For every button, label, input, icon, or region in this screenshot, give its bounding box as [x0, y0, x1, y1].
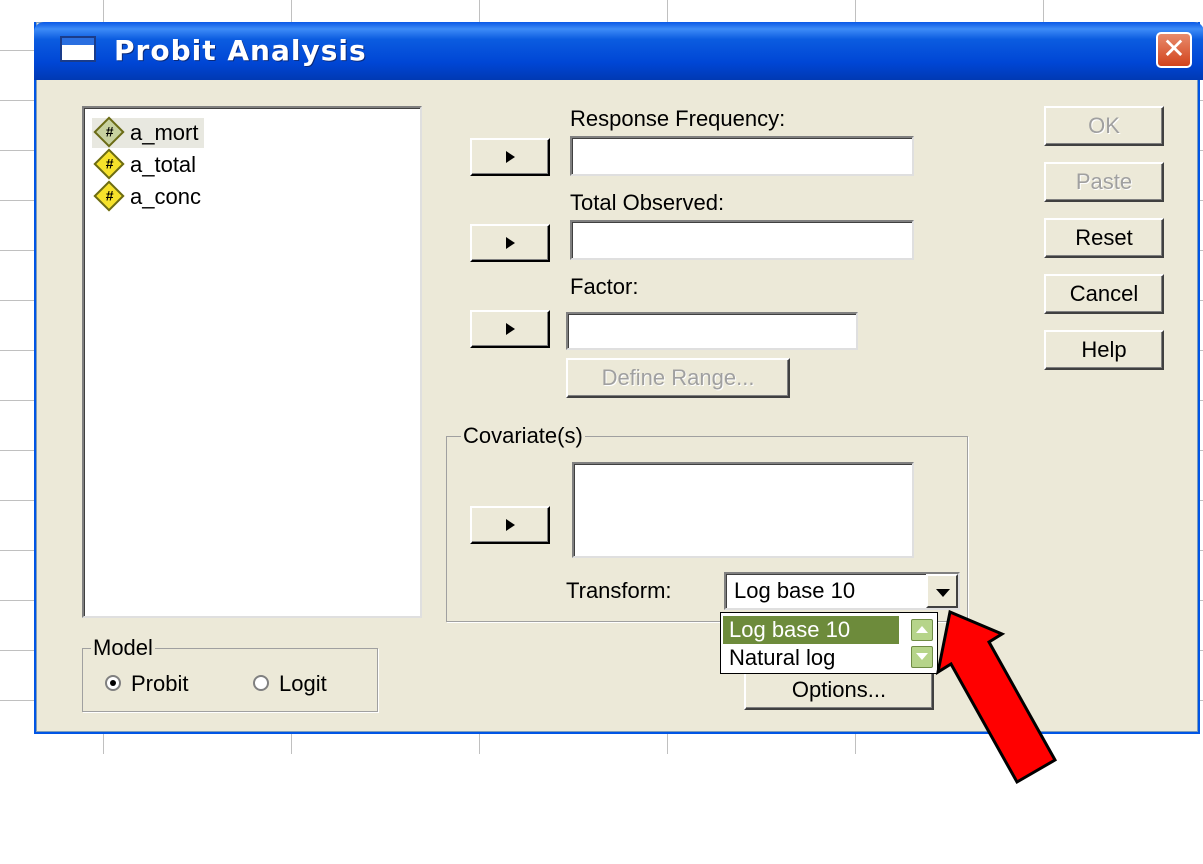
model-legend: Model [91, 635, 155, 661]
radio-checked-icon [105, 675, 121, 692]
variable-item-a-conc[interactable]: # a_conc [92, 180, 201, 212]
response-frequency-label: Response Frequency: [570, 106, 786, 131]
move-to-factor-button[interactable] [470, 310, 550, 348]
logit-label: Logit [279, 671, 327, 696]
response-frequency-field[interactable] [570, 136, 914, 176]
variable-list[interactable]: # a_mort # a_total # a_conc [82, 106, 422, 618]
cancel-button[interactable]: Cancel [1044, 274, 1164, 314]
covariates-list[interactable] [572, 462, 914, 558]
total-observed-label: Total Observed: [570, 190, 725, 215]
transform-option-natural-log[interactable]: Natural log [723, 644, 899, 672]
close-button[interactable]: ✕ [1156, 32, 1192, 68]
total-observed-field[interactable] [570, 220, 914, 260]
scroll-down-icon[interactable] [911, 646, 933, 668]
move-to-response-frequency-button[interactable] [470, 138, 550, 176]
probit-analysis-dialog: Probit Analysis ✕ # a_mort # a_total # a_co… [34, 22, 1203, 734]
reset-button[interactable]: Reset [1044, 218, 1164, 258]
probit-label: Probit [131, 671, 189, 696]
options-button[interactable]: Options... [744, 668, 934, 710]
transform-dropdown-list[interactable]: Log base 10 Natural log [720, 612, 938, 674]
transform-select[interactable]: Log base 10 [724, 572, 960, 610]
help-button[interactable]: Help [1044, 330, 1164, 370]
variable-item-a-total[interactable]: # a_total [92, 148, 197, 180]
transform-selected-value: Log base 10 [734, 578, 856, 603]
numeric-variable-icon: # [93, 116, 125, 148]
covariates-legend: Covariate(s) [461, 423, 585, 449]
model-group: Model Probit Logit [82, 635, 378, 712]
factor-field[interactable] [566, 312, 858, 350]
move-to-total-observed-button[interactable] [470, 224, 550, 262]
window-title: Probit Analysis [114, 34, 367, 67]
numeric-variable-icon: # [93, 148, 125, 180]
variable-name: a_total [130, 152, 197, 177]
chevron-down-icon[interactable] [926, 574, 958, 608]
ok-button[interactable]: OK [1044, 106, 1164, 146]
scroll-up-icon[interactable] [911, 619, 933, 641]
variable-name: a_mort [130, 120, 199, 145]
window-icon [60, 36, 96, 62]
factor-label: Factor: [570, 274, 639, 299]
numeric-variable-icon: # [93, 180, 125, 212]
radio-unchecked-icon [253, 675, 269, 692]
title-bar[interactable]: Probit Analysis ✕ [34, 22, 1203, 80]
transform-option-log-base-10[interactable]: Log base 10 [723, 616, 899, 644]
radio-probit[interactable]: Probit [105, 671, 188, 697]
paste-button[interactable]: Paste [1044, 162, 1164, 202]
variable-name: a_conc [130, 184, 201, 209]
transform-label: Transform: [566, 578, 672, 603]
radio-logit[interactable]: Logit [253, 671, 327, 697]
define-range-button[interactable]: Define Range... [566, 358, 790, 398]
move-to-covariates-button[interactable] [470, 506, 550, 544]
variable-item-a-mort[interactable]: # a_mort [92, 116, 205, 148]
